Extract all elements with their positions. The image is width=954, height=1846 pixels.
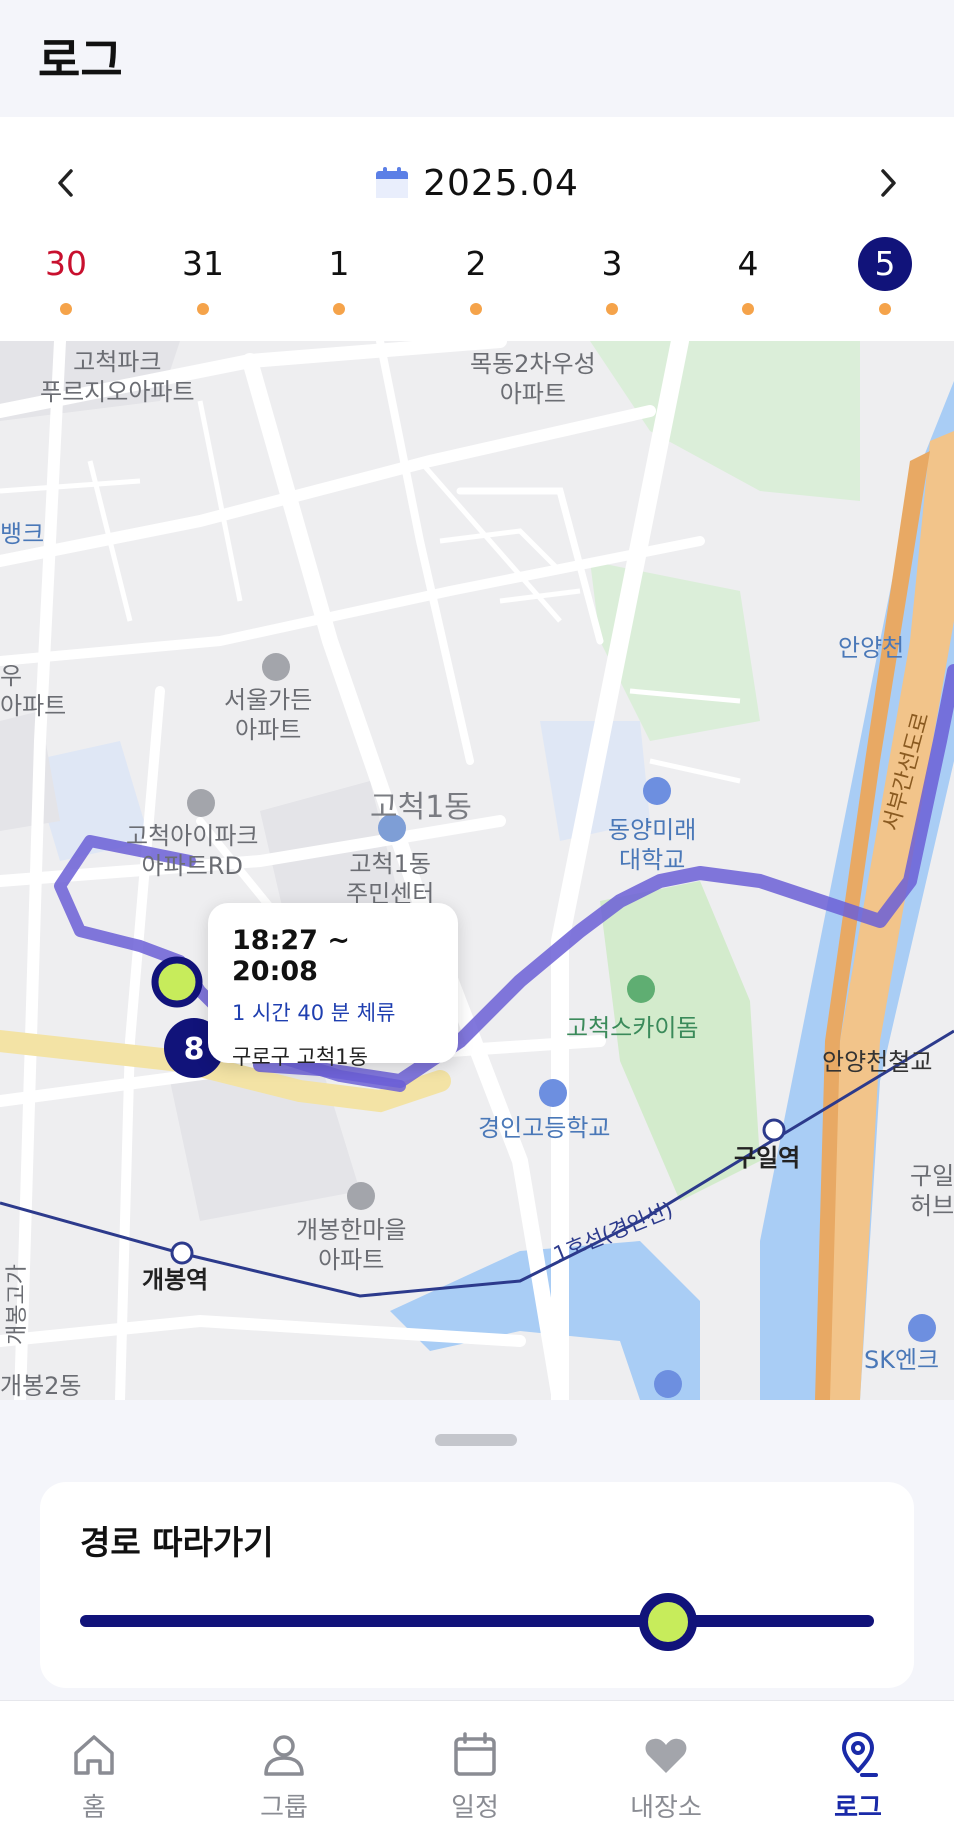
day-4[interactable]: 4 [713, 237, 783, 327]
map-label-guil-hub: 구일 허브 [910, 1162, 954, 1220]
date-selector: 2025.04 30 31 1 2 3 4 5 [0, 117, 954, 341]
app-header: 로그 [0, 0, 954, 117]
map-label-gaebong-goga: 개봉고가 [5, 1264, 30, 1345]
day-3[interactable]: 3 [577, 237, 647, 327]
stay-tooltip[interactable]: 18:27 ~ 20:08 1 시간 40 분 체류 구로구 고척1동 [208, 903, 458, 1069]
day-number: 30 [45, 244, 87, 283]
map-label-apt-left: 우 아파트 [0, 662, 67, 720]
tab-schedule[interactable]: 일정 [400, 1701, 550, 1846]
calendar-icon [454, 1732, 496, 1776]
tab-home[interactable]: 홈 [19, 1701, 169, 1846]
stay-duration: 1 시간 40 분 체류 [232, 1001, 396, 1025]
bottom-sheet: 경로 따라가기 [0, 1400, 954, 1700]
month-label: 2025.04 [423, 162, 579, 204]
day-number: 2 [465, 244, 487, 283]
day-number: 3 [601, 244, 623, 283]
tab-group[interactable]: 그룹 [209, 1701, 359, 1846]
tab-label: 그룹 [260, 1793, 308, 1823]
map-label-gaebong2dong: 개봉2동 [0, 1372, 82, 1400]
log-indicator-dot [879, 303, 891, 315]
map-label-anyangcheon: 안양천 [838, 634, 905, 662]
person-icon [264, 1735, 304, 1776]
day-5-selected[interactable]: 5 [850, 237, 920, 327]
log-indicator-dot [60, 303, 72, 315]
log-indicator-dot [333, 303, 345, 315]
map-label-seoul-garden: 서울가든 아파트 [224, 686, 313, 744]
page-title: 로그 [38, 33, 123, 87]
stay-time-range: 18:27 ~ 20:08 [232, 925, 350, 987]
log-indicator-dot [470, 303, 482, 315]
tab-label: 로그 [834, 1793, 882, 1823]
map-label-dongyang-univ: 동양미래 대학교 [608, 816, 697, 874]
tab-label: 홈 [82, 1793, 106, 1823]
day-number: 31 [182, 244, 224, 283]
day-31[interactable]: 31 [168, 237, 238, 327]
map-label-sk: SK엔크 [864, 1346, 940, 1374]
day-30[interactable]: 30 [31, 237, 101, 327]
home-icon [74, 1735, 114, 1775]
route-follow-card: 경로 따라가기 [40, 1482, 914, 1688]
bottom-tab-bar: 홈 그룹 일정 내장소 로그 [0, 1700, 954, 1846]
svg-text:8: 8 [184, 1032, 205, 1067]
map-label-gocheok-ipark: 고척아이파크 아파트RD [126, 822, 259, 880]
route-progress-track[interactable] [80, 1615, 874, 1627]
map-label-gocheok1-center: 고척1동 주민센터 [346, 850, 435, 908]
day-number: 4 [737, 244, 759, 283]
stay-place: 구로구 고척1동 [232, 1045, 368, 1069]
day-strip: 30 31 1 2 3 4 5 [0, 237, 954, 327]
calendar-icon [376, 167, 409, 198]
map-label-anyang-bridge: 안양천철교 [822, 1048, 933, 1076]
map-label-gocheok-park: 고척파크 푸르지오아파트 [40, 348, 195, 406]
map-label-gocheok1dong: 고척1동 [370, 790, 472, 825]
route-follow-title: 경로 따라가기 [80, 1523, 274, 1562]
tab-label: 내장소 [630, 1793, 702, 1823]
map-label-mokdong: 목동2차우성 아파트 [470, 350, 596, 408]
route-progress-thumb[interactable] [638, 1593, 697, 1651]
heart-icon [645, 1738, 687, 1773]
tab-label: 일정 [451, 1793, 499, 1823]
log-indicator-dot [606, 303, 618, 315]
log-indicator-dot [742, 303, 754, 315]
chevron-right-icon[interactable] [858, 153, 918, 213]
route-map[interactable]: 8 고척파크 푸르지오아파트 목동2차우성 아파트 뱅크 우 아파트 서울가든 아파트 … [0, 341, 954, 1400]
map-label-guil-station: 구일역 [734, 1144, 801, 1172]
day-number: 5 [858, 237, 912, 291]
map-label-kyungin-high: 경인고등학교 [478, 1114, 611, 1142]
stay-marker[interactable] [151, 956, 203, 1008]
map-label-gaebong-hanmaeul: 개봉한마을 아파트 [296, 1216, 407, 1274]
map-label-bank: 뱅크 [0, 520, 45, 548]
tab-my-places[interactable]: 내장소 [591, 1701, 741, 1846]
day-number: 1 [328, 244, 350, 283]
tab-log[interactable]: 로그 [783, 1701, 933, 1846]
day-2[interactable]: 2 [441, 237, 511, 327]
map-label-gaebong-station: 개봉역 [142, 1266, 209, 1294]
location-pin-icon [842, 1732, 878, 1777]
log-indicator-dot [197, 303, 209, 315]
map-label-skydome: 고척스카이돔 [566, 1014, 699, 1042]
sheet-drag-handle[interactable] [435, 1434, 517, 1446]
day-1[interactable]: 1 [304, 237, 374, 327]
month-label-group[interactable]: 2025.04 [0, 153, 954, 213]
